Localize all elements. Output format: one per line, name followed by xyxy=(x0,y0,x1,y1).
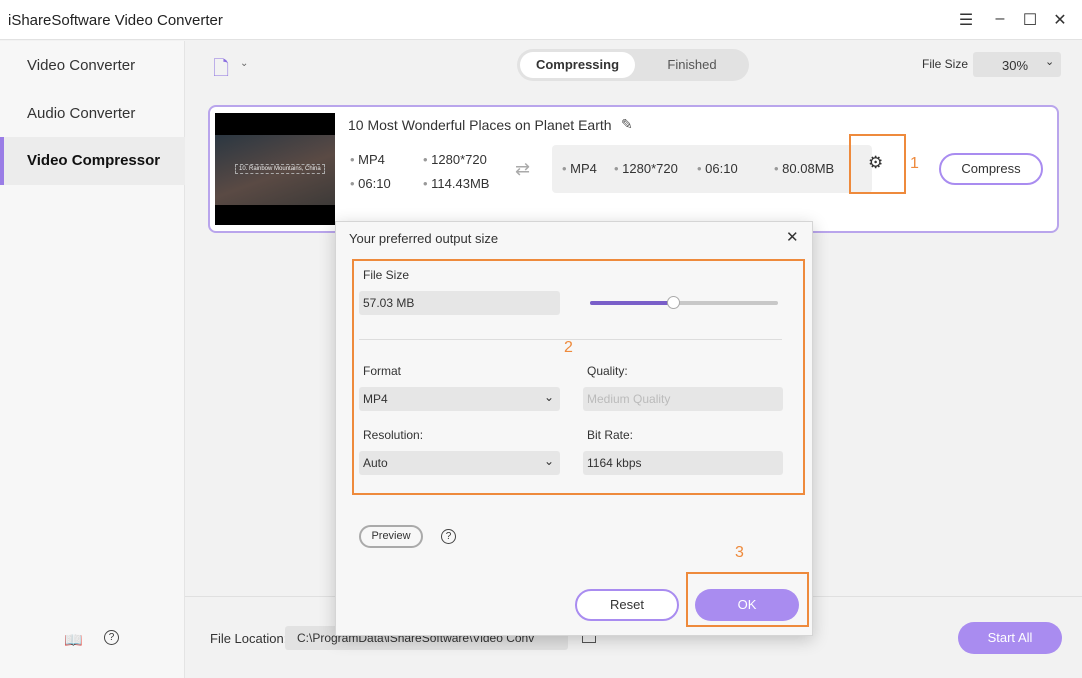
file-size-label: File Size xyxy=(363,268,410,282)
source-duration: 06:10 xyxy=(358,176,391,191)
tab-compressing[interactable]: Compressing xyxy=(520,52,635,78)
quality-select[interactable]: Medium Quality xyxy=(583,387,783,411)
preview-button[interactable]: Preview xyxy=(359,525,423,548)
task-card: 10. Rainbow Mountains, China 10 Most Won… xyxy=(208,105,1059,233)
close-icon[interactable]: ✕ xyxy=(1050,10,1070,30)
video-thumbnail[interactable]: 10. Rainbow Mountains, China xyxy=(215,113,335,225)
dialog-title: Your preferred output size xyxy=(349,231,499,246)
help-icon[interactable]: ? xyxy=(104,630,119,645)
annotation-1: 1 xyxy=(910,155,919,172)
format-select[interactable]: MP4 ⌄ xyxy=(359,387,560,411)
source-resolution: 1280*720 xyxy=(431,152,487,167)
compress-button[interactable]: Compress xyxy=(939,153,1043,185)
chevron-down-icon: ⌄ xyxy=(543,454,554,468)
file-size-slider[interactable] xyxy=(590,296,778,309)
file-size-field[interactable]: 57.03 MB xyxy=(359,291,560,315)
book-icon[interactable]: 📖 xyxy=(64,631,83,649)
sidebar-item-video-converter[interactable]: Video Converter xyxy=(0,42,185,90)
ok-button[interactable]: OK xyxy=(695,589,799,621)
help-icon[interactable]: ? xyxy=(441,529,456,544)
annotation-3: 3 xyxy=(735,544,744,561)
maximize-icon[interactable]: ☐ xyxy=(1020,10,1040,30)
file-size-label: File Size xyxy=(922,57,969,71)
resolution-label: Resolution: xyxy=(363,428,424,442)
start-all-button[interactable]: Start All xyxy=(958,622,1062,654)
minimize-icon[interactable]: – xyxy=(990,10,1010,30)
status-tabs: Compressing Finished xyxy=(517,49,749,81)
bitrate-field[interactable]: 1164 kbps xyxy=(583,451,783,475)
slider-fill xyxy=(590,301,673,305)
output-info: • MP4 • 1280*720 • 06:10 • 80.08MB xyxy=(552,145,872,193)
source-size: 114.43MB xyxy=(431,176,490,191)
tab-finished[interactable]: Finished xyxy=(637,52,747,78)
output-format: MP4 xyxy=(570,161,597,176)
reset-button[interactable]: Reset xyxy=(575,589,679,621)
close-icon[interactable]: ✕ xyxy=(786,228,799,246)
format-value: MP4 xyxy=(363,392,388,406)
hamburger-icon[interactable]: ☰ xyxy=(956,10,976,30)
app-title: iShareSoftware Video Converter xyxy=(8,12,223,29)
chevron-down-icon[interactable]: ⌄ xyxy=(240,58,248,69)
file-size-select[interactable]: 30% ⌄ xyxy=(973,52,1061,77)
video-title: 10 Most Wonderful Places on Planet Earth xyxy=(348,117,612,133)
edit-icon[interactable]: ✎ xyxy=(621,116,633,133)
output-size: 80.08MB xyxy=(782,161,835,176)
chevron-down-icon: ⌄ xyxy=(1045,56,1055,68)
slider-thumb[interactable] xyxy=(667,296,680,309)
gear-icon[interactable]: ⚙ xyxy=(868,153,883,173)
output-size-dialog: Your preferred output size ✕ File Size 5… xyxy=(335,221,813,636)
file-size-value: 30% xyxy=(1002,58,1029,73)
title-bar: iShareSoftware Video Converter ☰ – ☐ ✕ xyxy=(0,0,1082,40)
shuffle-icon: ⇄ xyxy=(515,159,531,179)
output-duration: 06:10 xyxy=(705,161,738,176)
output-resolution: 1280*720 xyxy=(622,161,678,176)
sidebar-item-audio-converter[interactable]: Audio Converter xyxy=(0,90,185,138)
resolution-select[interactable]: Auto ⌄ xyxy=(359,451,560,475)
sidebar-item-video-compressor[interactable]: Video Compressor xyxy=(0,137,185,185)
quality-label: Quality: xyxy=(587,364,628,378)
source-format: MP4 xyxy=(358,152,385,167)
file-location-label: File Location: xyxy=(210,631,288,646)
resolution-value: Auto xyxy=(363,456,388,470)
annotation-2: 2 xyxy=(564,339,573,356)
format-label: Format xyxy=(363,364,402,378)
thumbnail-caption: 10. Rainbow Mountains, China xyxy=(235,164,325,174)
chevron-down-icon: ⌄ xyxy=(543,390,554,404)
sidebar: Video Converter Audio Converter Video Co… xyxy=(0,41,185,678)
add-file-icon[interactable]: 🗋 xyxy=(213,54,229,88)
bitrate-label: Bit Rate: xyxy=(587,428,634,442)
